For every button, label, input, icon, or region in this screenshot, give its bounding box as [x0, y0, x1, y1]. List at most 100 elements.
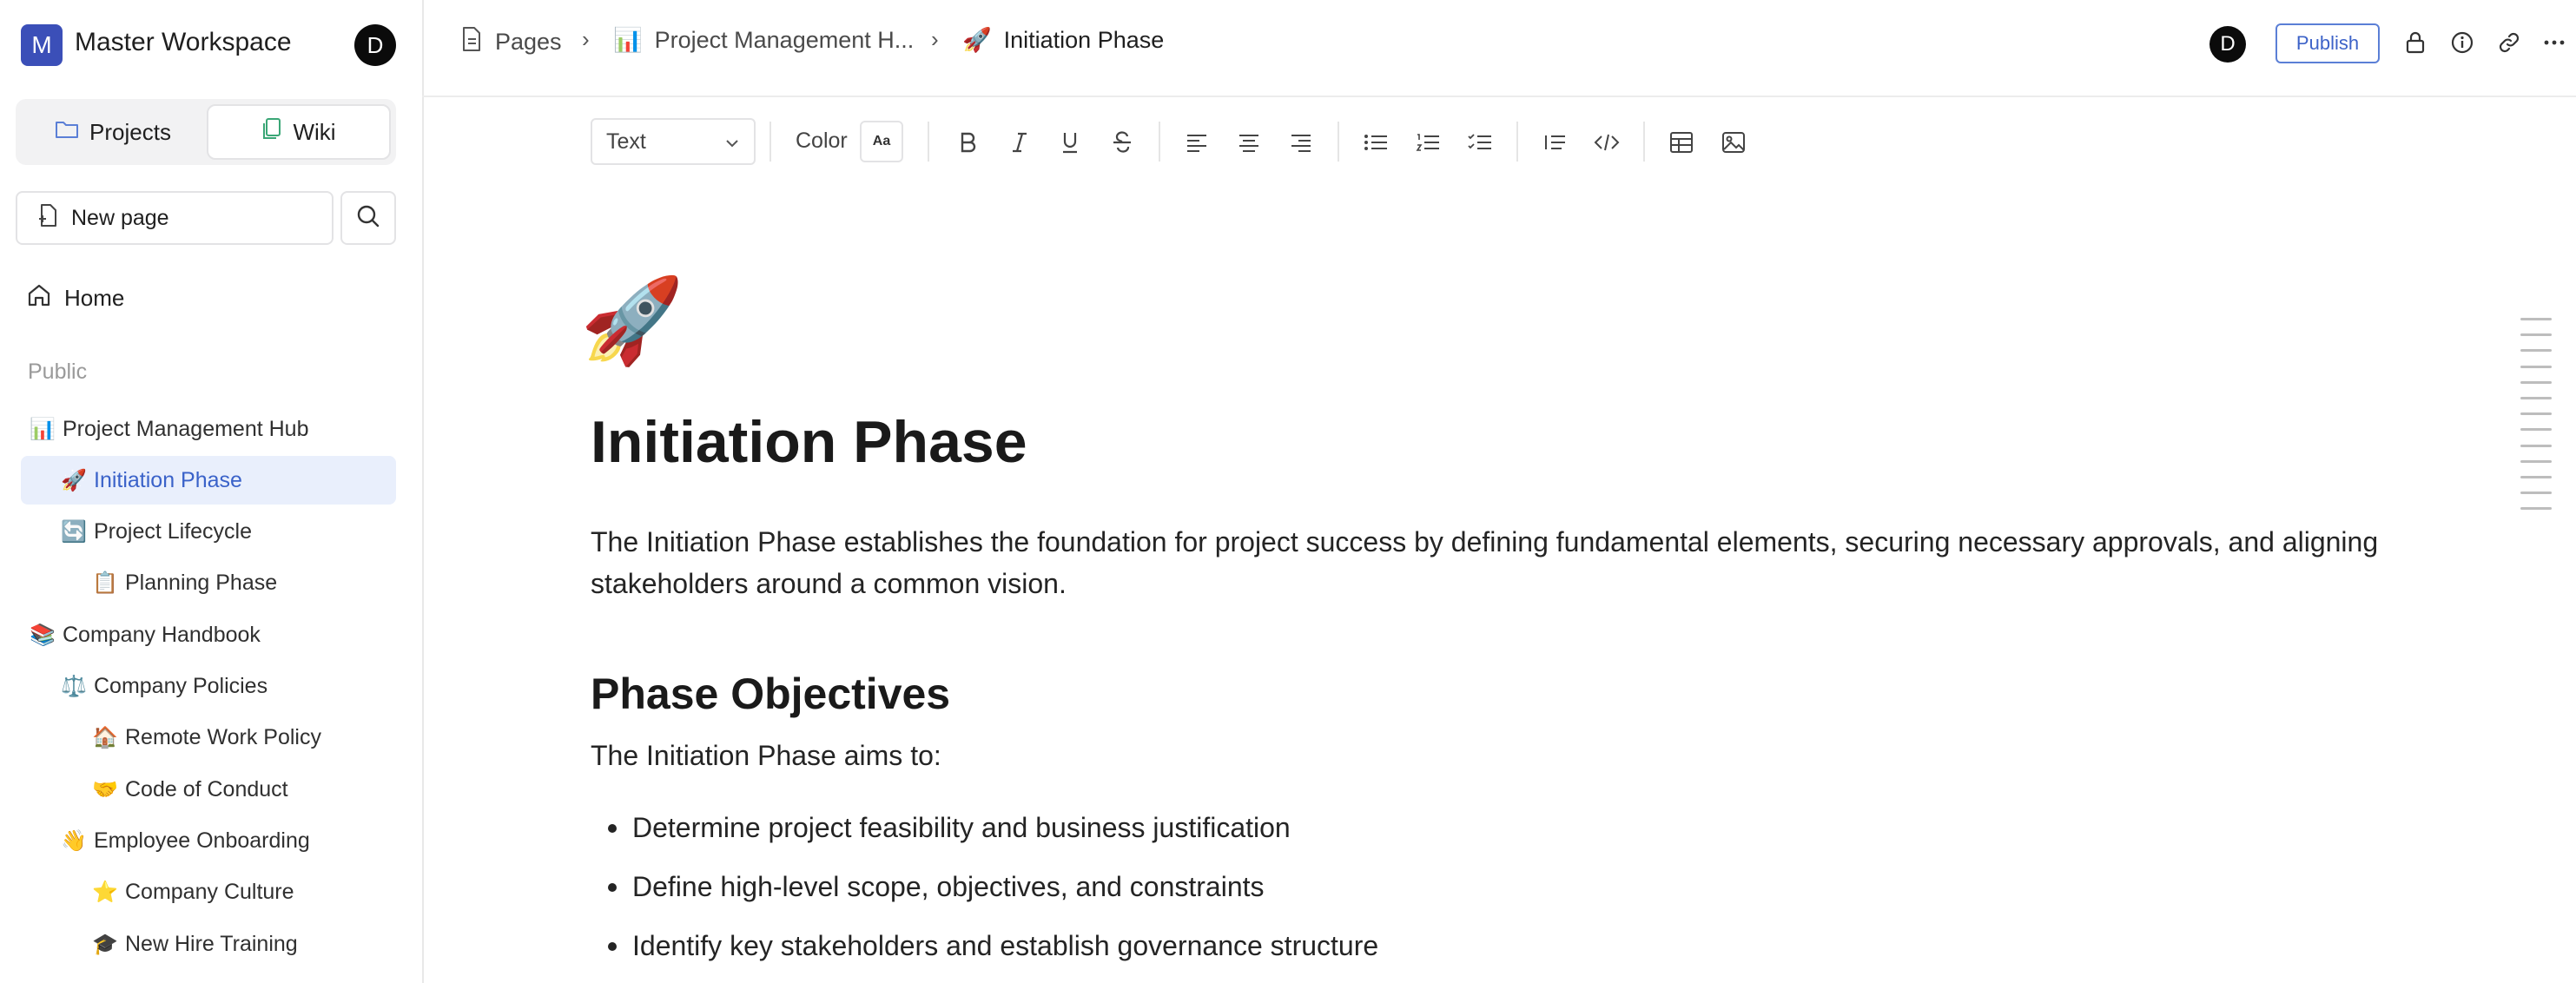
home-label: Home [64, 285, 125, 311]
toolbar-divider [1338, 122, 1339, 162]
list-item[interactable]: Determine project feasibility and busine… [608, 812, 1291, 844]
page-title[interactable]: Initiation Phase [591, 408, 1027, 476]
breadcrumb-parent[interactable]: 📊 Project Management H... [613, 26, 914, 54]
workspace-logo[interactable]: M [21, 24, 63, 66]
sidebar-item[interactable]: 🚀 Initiation Phase [21, 456, 396, 505]
sidebar-item[interactable]: 👋 Employee Onboarding [21, 816, 396, 865]
toc-line[interactable] [2520, 476, 2552, 478]
page-emoji-icon: 🔄 [61, 520, 87, 544]
toc-line[interactable] [2520, 444, 2552, 447]
section-lead-text[interactable]: The Initiation Phase aims to: [591, 740, 941, 772]
lock-icon[interactable] [2402, 30, 2428, 56]
align-left-icon[interactable] [1179, 125, 1214, 160]
toc-line[interactable] [2520, 507, 2552, 511]
sidebar-item[interactable]: ⭐ Company Culture [21, 868, 396, 917]
search-icon [356, 204, 380, 233]
text-color-button[interactable]: Aa [860, 121, 903, 162]
new-page-button[interactable]: New page [16, 191, 334, 245]
page-emoji-icon: ⚖️ [61, 675, 87, 698]
toc-line[interactable] [2520, 397, 2552, 399]
toc-line[interactable] [2520, 318, 2552, 320]
publish-button[interactable]: Publish [2275, 23, 2380, 63]
breadcrumb-pages-label: Pages [495, 29, 562, 55]
sidebar-item[interactable]: 📊 Project Management Hub [21, 405, 396, 453]
info-icon[interactable] [2449, 30, 2475, 56]
toc-line[interactable] [2520, 349, 2552, 353]
breadcrumb-pages[interactable]: Pages [460, 26, 562, 58]
more-options-icon[interactable] [2541, 30, 2567, 56]
toolbar-divider [928, 122, 929, 162]
tab-wiki[interactable]: Wiki [207, 104, 391, 160]
chevron-down-icon [724, 129, 740, 155]
list-item-text: Identify key stakeholders and establish … [632, 930, 1379, 961]
toc-line[interactable] [2520, 492, 2552, 495]
code-icon[interactable] [1589, 125, 1624, 160]
bold-icon[interactable] [950, 125, 985, 160]
strikethrough-icon[interactable] [1105, 125, 1139, 160]
breadcrumb-current-label: Initiation Phase [1003, 26, 1165, 53]
sidebar-item[interactable]: ⚖️ Company Policies [21, 663, 396, 711]
sidebar-item[interactable]: 🎓 New Hire Training [21, 920, 396, 968]
image-icon[interactable] [1716, 125, 1751, 160]
page-emoji-icon: 🏠 [92, 726, 118, 750]
user-avatar[interactable]: D [2209, 26, 2246, 63]
folder-icon [55, 119, 79, 146]
breadcrumb-current-emoji: 🚀 [962, 27, 992, 53]
page-emoji-icon: 🎓 [92, 932, 118, 956]
section-label-public: Public [28, 360, 88, 384]
align-center-icon[interactable] [1232, 125, 1266, 160]
numbered-list-icon[interactable] [1410, 125, 1445, 160]
home-icon [26, 283, 52, 313]
toc-line[interactable] [2520, 333, 2552, 337]
page-emoji-icon: 🚀 [61, 468, 87, 492]
italic-icon[interactable] [1002, 125, 1037, 160]
page-emoji-icon: 📚 [30, 623, 56, 647]
top-bar: Pages › 📊 Project Management H... › 🚀 In… [422, 0, 2576, 97]
block-type-select[interactable]: Text [591, 118, 756, 165]
color-label[interactable]: Color [796, 129, 848, 154]
sidebar-item[interactable]: 🏠 Remote Work Policy [21, 714, 396, 762]
sidebar-item[interactable]: 🔄 Project Lifecycle [21, 508, 396, 557]
search-button[interactable] [340, 191, 396, 245]
underline-icon[interactable] [1053, 125, 1087, 160]
tab-projects[interactable]: Projects [21, 104, 205, 160]
sidebar-item[interactable]: 📋 Planning Phase [21, 559, 396, 608]
page-emoji-icon: 🤝 [92, 777, 118, 802]
bullet-list-icon[interactable] [1358, 125, 1393, 160]
table-icon[interactable] [1664, 125, 1699, 160]
sidebar-item[interactable]: 🤝 Code of Conduct [21, 765, 396, 814]
section-heading[interactable]: Phase Objectives [591, 669, 950, 719]
toc-line[interactable] [2520, 365, 2552, 368]
toc-line[interactable] [2520, 412, 2552, 416]
sidebar-item-label: Planning Phase [125, 571, 278, 596]
toolbar-divider [1516, 122, 1518, 162]
tab-projects-label: Projects [89, 118, 171, 145]
toc-line[interactable] [2520, 428, 2552, 432]
checklist-icon[interactable] [1463, 125, 1497, 160]
document-icon [460, 26, 483, 58]
list-item[interactable]: Define high-level scope, objectives, and… [608, 871, 1265, 903]
chevron-right-icon: › [582, 26, 590, 52]
bullet-dot [608, 823, 617, 833]
sidebar-item-label: Project Management Hub [63, 416, 309, 441]
toc-line[interactable] [2520, 459, 2552, 463]
sidebar-item-label: Company Culture [125, 880, 294, 905]
page-emoji-icon: 📋 [92, 571, 118, 596]
page-emoji-icon: 👋 [61, 828, 87, 853]
list-item[interactable]: Identify key stakeholders and establish … [608, 930, 1378, 962]
bullet-dot [608, 941, 617, 951]
link-icon[interactable] [2496, 30, 2522, 56]
align-right-icon[interactable] [1284, 125, 1318, 160]
toc-line[interactable] [2520, 380, 2552, 384]
sidebar-avatar[interactable]: D [354, 24, 396, 66]
quote-icon[interactable] [1537, 125, 1572, 160]
breadcrumb-current[interactable]: 🚀 Initiation Phase [962, 26, 1164, 54]
workspace-name[interactable]: Master Workspace [75, 28, 292, 57]
sidebar-item[interactable]: 📚 Company Handbook [21, 610, 396, 659]
intro-paragraph[interactable]: The Initiation Phase establishes the fou… [591, 521, 2414, 604]
sidebar-item-home[interactable]: Home [26, 283, 124, 313]
tab-wiki-label: Wiki [293, 118, 336, 145]
page-icon-emoji[interactable]: 🚀 [580, 280, 684, 363]
pages-icon [261, 117, 282, 148]
toolbar-divider [769, 122, 771, 162]
